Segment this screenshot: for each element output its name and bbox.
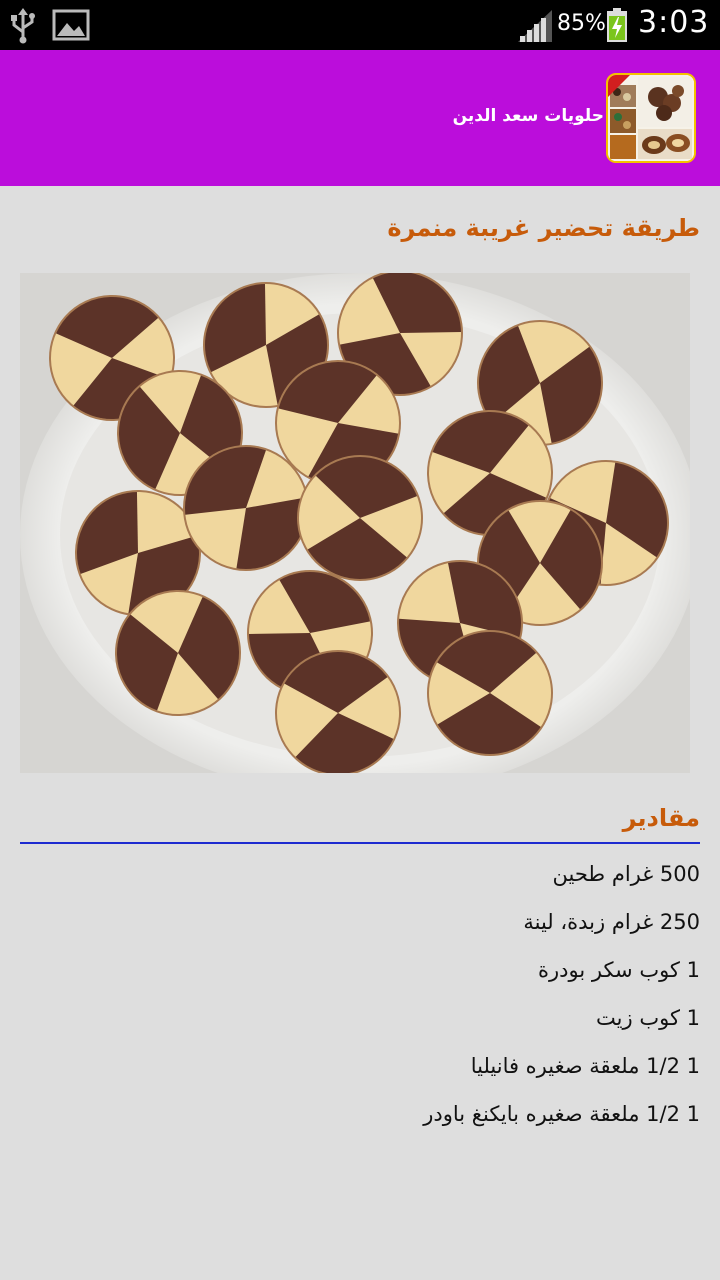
ingredient-item: 1 كوب سكر بودرة: [538, 958, 700, 982]
usb-icon: [11, 8, 35, 44]
clock-text: 3:03: [638, 5, 710, 40]
battery-charging-icon: [607, 8, 627, 42]
ingredient-item: 1 كوب زيت: [596, 1006, 700, 1030]
recipe-content[interactable]: طريقة تحضير غريبة منمرة مقادير 500 غرام …: [0, 186, 720, 1280]
signal-icon: [518, 10, 552, 42]
section-divider: [20, 842, 700, 844]
ingredients-section-title: مقادير: [622, 804, 700, 832]
app-logo-icon[interactable]: [606, 73, 696, 163]
app-bar: حلويات سعد الدين: [0, 50, 720, 186]
app-title: حلويات سعد الدين: [452, 106, 604, 126]
ingredients-list: 500 غرام طحين 250 غرام زبدة، لينة 1 كوب …: [20, 858, 700, 1146]
ingredient-item: 500 غرام طحين: [552, 862, 700, 886]
two-tone-swirl-cookies-photo: [20, 273, 690, 773]
battery-percent-text: 85%: [557, 11, 606, 36]
gallery-icon: [52, 9, 90, 41]
ingredient-item: 250 غرام زبدة، لينة: [523, 910, 700, 934]
ingredient-item: 1 1/2 ملعقة صغيره بايكنغ باودر: [423, 1102, 700, 1126]
ingredient-item: 1 1/2 ملعقة صغيره فانيليا: [470, 1054, 700, 1078]
recipe-title: طريقة تحضير غريبة منمرة: [387, 214, 700, 242]
status-bar: 85% 3:03: [0, 0, 720, 50]
